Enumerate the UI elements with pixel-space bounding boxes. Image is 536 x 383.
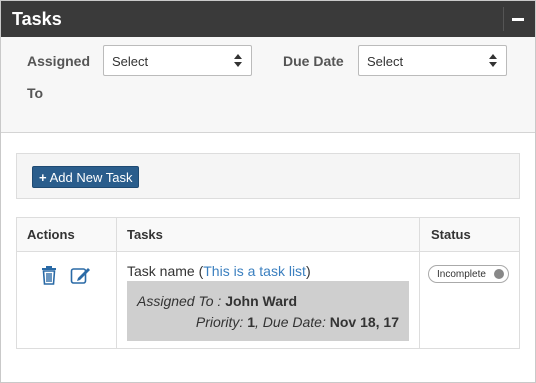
assigned-to-label: Assigned bbox=[27, 53, 91, 69]
header-actions: Actions bbox=[27, 227, 75, 242]
assignee-name: John Ward bbox=[225, 293, 298, 309]
assigned-to-select-value: Select bbox=[112, 54, 149, 69]
filter-bar: Assigned To Select Due Date Select bbox=[1, 37, 535, 133]
panel-title: Tasks bbox=[12, 9, 62, 29]
task-name: Task name (This is a task list) bbox=[127, 263, 311, 279]
due-date-select-value: Select bbox=[367, 54, 404, 69]
assigned-to-line: Assigned To : John Ward bbox=[137, 293, 297, 309]
trash-icon[interactable] bbox=[39, 265, 59, 285]
due-date-value: Nov 18, 17 bbox=[329, 314, 399, 330]
priority-due-line: Priority: 1, Due Date: Nov 18, 17 bbox=[195, 314, 399, 330]
due-date-label: Due Date bbox=[283, 53, 344, 69]
add-new-task-button[interactable]: + Add New Task bbox=[32, 166, 140, 188]
add-new-task-label: Add New Task bbox=[49, 170, 133, 185]
due-date-select[interactable]: Select bbox=[358, 45, 507, 76]
task-details: Assigned To : John Ward Priority: 1, Due… bbox=[127, 281, 409, 341]
header-divider bbox=[503, 7, 504, 31]
assigned-to-prefix: Assigned To : bbox=[137, 293, 222, 309]
task-list-link[interactable]: This is a task list bbox=[203, 263, 306, 279]
tasks-panel: Tasks Assigned To Select Due Date Select… bbox=[0, 0, 536, 383]
assigned-to-select[interactable]: Select bbox=[103, 45, 252, 76]
select-arrows-icon bbox=[489, 54, 497, 68]
column-divider bbox=[116, 218, 117, 348]
priority-label: Priority: bbox=[195, 314, 244, 330]
edit-icon[interactable] bbox=[70, 265, 90, 285]
header-status: Status bbox=[431, 227, 471, 242]
priority-value: 1 bbox=[247, 314, 256, 330]
plus-icon: + bbox=[39, 170, 47, 185]
due-date-label-inline: Due Date: bbox=[262, 314, 326, 330]
table-header: Actions Tasks Status bbox=[17, 218, 519, 252]
column-divider bbox=[419, 218, 420, 348]
status-label: Incomplete bbox=[437, 269, 486, 280]
assigned-to-label-line2: To bbox=[27, 85, 44, 101]
minus-icon[interactable] bbox=[508, 9, 528, 29]
toolbar: + Add New Task bbox=[16, 153, 520, 199]
task-name-suffix: ) bbox=[305, 263, 311, 279]
task-name-prefix: Task name ( bbox=[127, 263, 204, 279]
status-toggle[interactable]: Incomplete bbox=[428, 265, 509, 283]
header-tasks: Tasks bbox=[127, 227, 163, 242]
panel-header: Tasks bbox=[1, 1, 535, 37]
tasks-table: Actions Tasks Status Task name (This is … bbox=[16, 217, 520, 349]
toggle-knob bbox=[494, 269, 504, 279]
select-arrows-icon bbox=[234, 54, 242, 68]
